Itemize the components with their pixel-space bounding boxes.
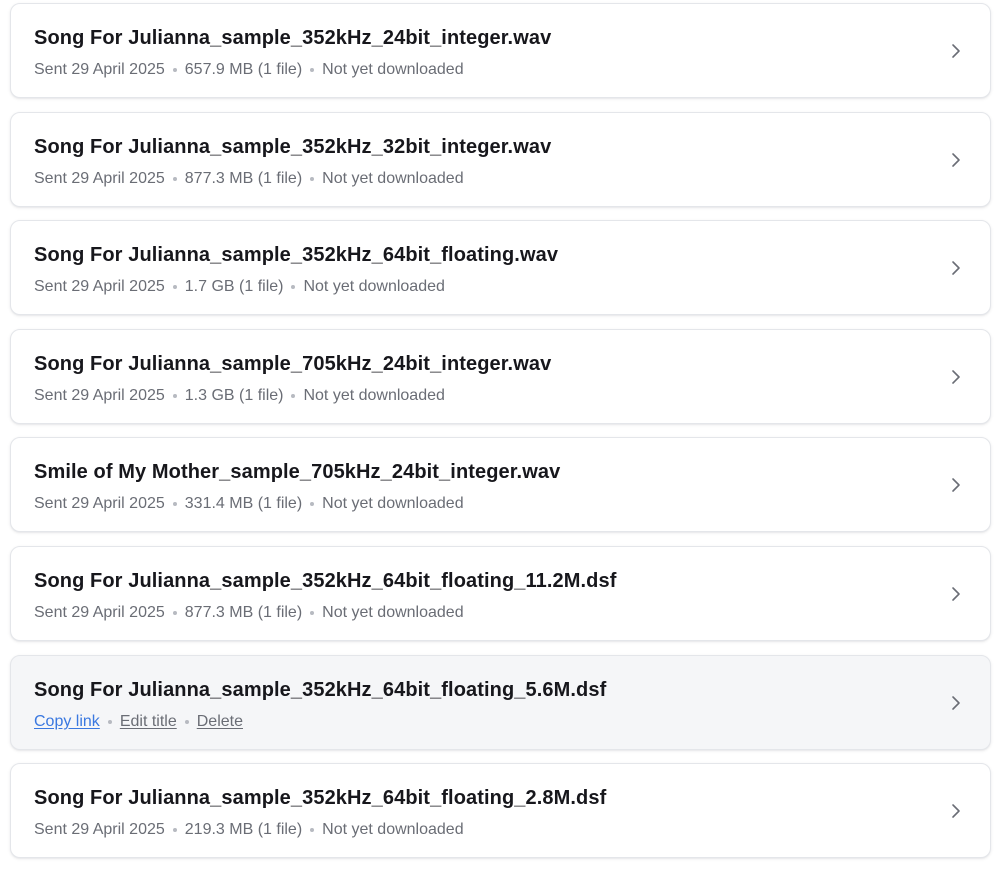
separator-dot: [107, 719, 112, 724]
separator-dot: [310, 502, 315, 507]
edit-title-button[interactable]: Edit title: [120, 713, 177, 731]
download-status: Not yet downloaded: [322, 603, 464, 621]
download-status: Not yet downloaded: [322, 821, 464, 839]
separator-dot: [310, 828, 315, 833]
separator-dot: [310, 610, 315, 615]
chevron-right-icon[interactable]: [946, 801, 966, 821]
separator-dot: [310, 68, 315, 72]
transfer-meta: Sent 29 April 2025 1.3 GB (1 file) Not y…: [34, 387, 445, 405]
transfer-title: Song For Julianna_sample_352kHz_64bit_fl…: [34, 569, 617, 592]
file-size: 331.4 MB (1 file): [184, 495, 303, 513]
transfer-item[interactable]: Song For Julianna_sample_705kHz_24bit_in…: [10, 328, 991, 424]
separator-dot: [310, 176, 315, 181]
download-status: Not yet downloaded: [322, 169, 464, 187]
file-size: 877.3 MB (1 file): [184, 169, 303, 187]
file-size: 877.3 MB (1 file): [184, 603, 303, 621]
download-status: Not yet downloaded: [322, 495, 464, 513]
sent-date: Sent 29 April 2025: [34, 169, 165, 187]
separator-dot: [172, 176, 177, 181]
file-size: 1.3 GB (1 file): [184, 386, 284, 404]
transfer-meta: Sent 29 April 2025 877.3 MB (1 file) Not…: [34, 170, 464, 188]
chevron-right-icon[interactable]: [946, 150, 966, 170]
download-status: Not yet downloaded: [303, 278, 445, 296]
transfer-item-hovered[interactable]: Song For Julianna_sample_352kHz_64bit_fl…: [10, 654, 991, 750]
sent-date: Sent 29 April 2025: [34, 495, 165, 513]
transfer-item[interactable]: Smile of My Mother_sample_705kHz_24bit_i…: [10, 437, 991, 533]
separator-dot: [184, 719, 189, 724]
transfer-meta: Sent 29 April 2025 877.3 MB (1 file) Not…: [34, 604, 464, 622]
copy-link-button[interactable]: Copy link: [34, 713, 100, 731]
transfer-item[interactable]: Song For Julianna_sample_352kHz_64bit_fl…: [10, 220, 991, 316]
separator-dot: [172, 393, 177, 398]
separator-dot: [172, 68, 177, 72]
transfer-title: Song For Julianna_sample_352kHz_64bit_fl…: [34, 787, 607, 810]
sent-date: Sent 29 April 2025: [34, 386, 165, 404]
separator-dot: [291, 285, 296, 290]
chevron-right-icon[interactable]: [946, 367, 966, 387]
transfer-title: Song For Julianna_sample_705kHz_24bit_in…: [34, 352, 552, 375]
transfer-title: Song For Julianna_sample_352kHz_24bit_in…: [34, 27, 552, 49]
download-status: Not yet downloaded: [303, 386, 445, 404]
transfer-meta: Sent 29 April 2025 657.9 MB (1 file) Not…: [34, 61, 464, 79]
download-status: Not yet downloaded: [322, 61, 464, 78]
transfer-title: Song For Julianna_sample_352kHz_32bit_in…: [34, 135, 552, 158]
transfer-title: Song For Julianna_sample_352kHz_64bit_fl…: [34, 244, 559, 267]
chevron-right-icon[interactable]: [946, 258, 966, 278]
transfer-item[interactable]: Song For Julianna_sample_352kHz_64bit_fl…: [10, 763, 991, 859]
sent-date: Sent 29 April 2025: [34, 603, 165, 621]
separator-dot: [172, 610, 177, 615]
file-size: 1.7 GB (1 file): [184, 278, 284, 296]
separator-dot: [172, 828, 177, 833]
transfer-item[interactable]: Song For Julianna_sample_352kHz_64bit_fl…: [10, 545, 991, 641]
separator-dot: [172, 285, 177, 290]
transfer-meta: Sent 29 April 2025 219.3 MB (1 file) Not…: [34, 821, 464, 839]
transfer-item[interactable]: Song For Julianna_sample_352kHz_24bit_in…: [10, 3, 991, 98]
sent-date: Sent 29 April 2025: [34, 821, 165, 839]
transfer-meta: Sent 29 April 2025 1.7 GB (1 file) Not y…: [34, 278, 445, 296]
transfer-title: Smile of My Mother_sample_705kHz_24bit_i…: [34, 461, 561, 484]
separator-dot: [172, 502, 177, 507]
transfer-meta: Sent 29 April 2025 331.4 MB (1 file) Not…: [34, 495, 464, 513]
file-size: 219.3 MB (1 file): [184, 821, 303, 839]
transfer-list: Song For Julianna_sample_352kHz_24bit_in…: [10, 3, 991, 872]
separator-dot: [291, 393, 296, 398]
transfer-title: Song For Julianna_sample_352kHz_64bit_fl…: [34, 678, 607, 701]
delete-button[interactable]: Delete: [197, 713, 243, 731]
sent-date: Sent 29 April 2025: [34, 61, 165, 78]
transfer-item[interactable]: Song For Julianna_sample_352kHz_32bit_in…: [10, 111, 991, 207]
chevron-right-icon[interactable]: [946, 584, 966, 604]
chevron-right-icon[interactable]: [946, 475, 966, 495]
file-size: 657.9 MB (1 file): [184, 61, 303, 78]
chevron-right-icon[interactable]: [946, 693, 966, 713]
sent-date: Sent 29 April 2025: [34, 278, 165, 296]
chevron-right-icon[interactable]: [946, 41, 966, 61]
transfer-actions: Copy link Edit title Delete: [34, 713, 243, 731]
